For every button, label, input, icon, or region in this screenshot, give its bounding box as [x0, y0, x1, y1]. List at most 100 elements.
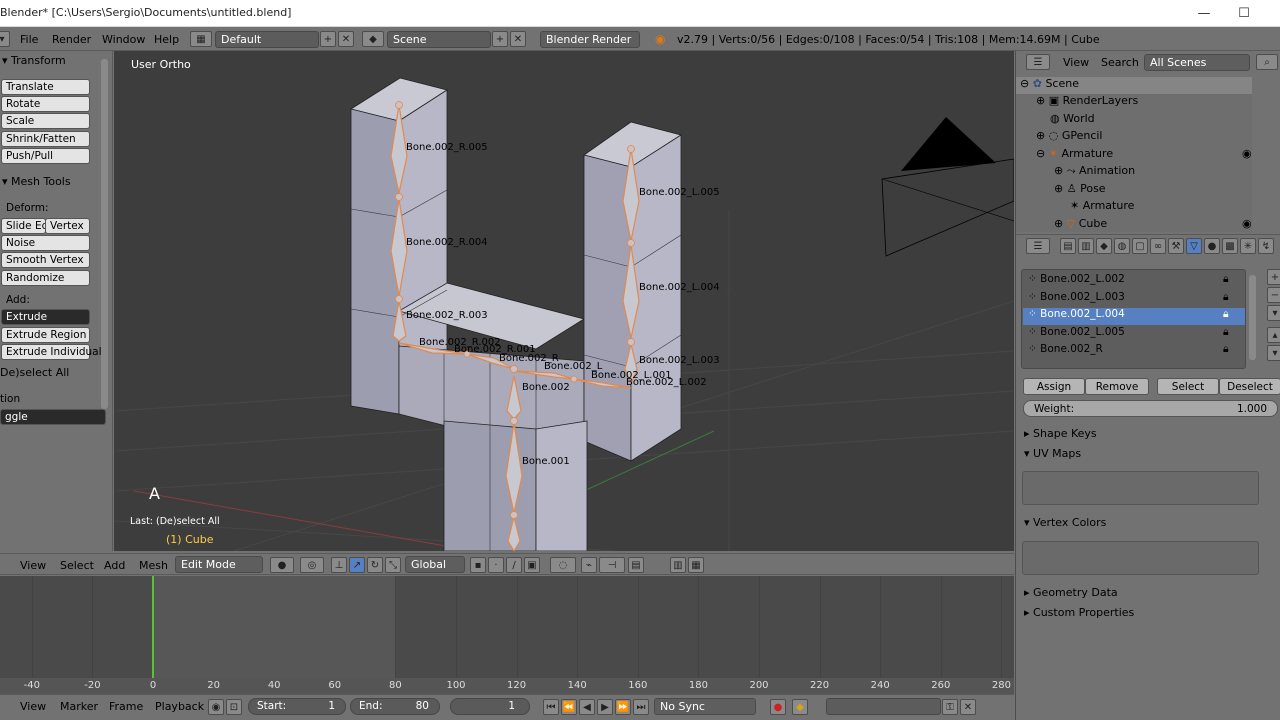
menu-window[interactable]: Window — [102, 33, 145, 46]
visibility-eye-icon[interactable]: ◉ — [1242, 217, 1252, 230]
push-pull-button[interactable]: Push/Pull — [1, 148, 90, 164]
orientation-dropdown[interactable]: Global — [405, 556, 465, 573]
translate-manipulator-icon[interactable]: ↗ — [349, 557, 365, 573]
menu-file[interactable]: File — [20, 33, 38, 46]
lock-icon[interactable]: 🔒︎ — [1223, 308, 1229, 321]
lock-range-icon[interactable]: ⊡ — [226, 699, 242, 715]
timeline-menu-marker[interactable]: Marker — [60, 700, 98, 713]
randomize-button[interactable]: Randomize — [1, 270, 90, 286]
delete-keyframe-icon[interactable]: ✕ — [960, 699, 976, 715]
add-layout-icon[interactable]: + — [320, 31, 336, 47]
current-frame-field[interactable]: 1 — [450, 698, 530, 715]
render-tab-icon[interactable]: ▤ — [1060, 238, 1076, 254]
modifiers-tab-icon[interactable]: ⚒ — [1168, 238, 1184, 254]
timeline-menu-playback[interactable]: Playback — [155, 700, 204, 713]
last-operator-title[interactable]: De)select All — [0, 366, 69, 379]
play-icon[interactable]: ▶ — [597, 699, 613, 715]
rotate-button[interactable]: Rotate — [1, 96, 90, 112]
outliner-row[interactable]: ⊖ ✶ Armature ◉ — [1016, 147, 1252, 164]
jump-start-icon[interactable]: ⏮ — [543, 699, 559, 715]
select-button[interactable]: Select — [1157, 378, 1219, 395]
scene-tab-icon[interactable]: ◆ — [1096, 238, 1112, 254]
outliner-row[interactable]: ✶ Armature — [1016, 199, 1252, 216]
timeline-menu-view[interactable]: View — [20, 700, 46, 713]
jump-keyframe-back-icon[interactable]: ⏪ — [561, 699, 577, 715]
outliner-row[interactable]: ◍ World — [1016, 112, 1252, 129]
outliner-menu-search[interactable]: Search — [1101, 56, 1139, 69]
scale-manipulator-icon[interactable]: ⤡ — [385, 557, 401, 573]
texture-tab-icon[interactable]: ▩ — [1222, 238, 1238, 254]
snap-element-icon[interactable]: ⊣ — [599, 557, 625, 573]
lock-icon[interactable]: 🔒︎ — [1223, 326, 1229, 339]
outliner-row[interactable]: ⊕ ▣ RenderLayers — [1016, 94, 1252, 111]
lock-icon[interactable]: 🔒︎ — [1223, 273, 1229, 286]
extrude-dropdown[interactable]: Extrude — [1, 309, 90, 325]
expand-icon[interactable]: ⊕ — [1036, 94, 1045, 107]
material-tab-icon[interactable]: ● — [1204, 238, 1220, 254]
outliner-row[interactable]: ⊕ ⤳ Animation — [1016, 164, 1252, 181]
remove-button[interactable]: Remove — [1085, 378, 1149, 395]
properties-editor-icon[interactable]: ☰ — [1026, 238, 1050, 254]
maximize-button[interactable]: ☐ — [1232, 4, 1256, 22]
vertex-select-icon[interactable]: · — [488, 557, 504, 573]
manipulator-icon[interactable]: ⊥ — [331, 557, 347, 573]
expand-icon[interactable]: ⊕ — [1054, 164, 1063, 177]
vertex-group-item[interactable]: ⁘ Bone.002_L.005 🔒︎ — [1023, 326, 1245, 343]
vertex-colors-panel[interactable]: ▾ Vertex Colors — [1024, 516, 1106, 529]
outliner-tree[interactable]: ⊖ ✿ Scene ⊕ ▣ RenderLayers ◍ World ⊕ ◌ G… — [1016, 77, 1252, 232]
screen-layout-icon[interactable]: ▦ — [190, 31, 212, 47]
close-layout-icon[interactable]: ✕ — [338, 31, 354, 47]
outliner-row[interactable]: ⊕ ♙ Pose — [1016, 182, 1252, 199]
custom-properties-panel[interactable]: ▸ Custom Properties — [1024, 606, 1134, 619]
move-down-icon[interactable]: ▾ — [1267, 345, 1280, 361]
pivot-icon[interactable]: ◎ — [300, 557, 324, 573]
timeline-menu-frame[interactable]: Frame — [109, 700, 143, 713]
start-frame-field[interactable]: Start: 1 — [248, 698, 346, 715]
particles-tab-icon[interactable]: ✳ — [1240, 238, 1256, 254]
editor-type-icon[interactable]: ▾ — [0, 31, 10, 47]
scale-button[interactable]: Scale — [1, 113, 90, 129]
deselect-button[interactable]: Deselect — [1219, 378, 1280, 395]
vertex-group-specials-icon[interactable]: ▾ — [1267, 305, 1280, 321]
outliner-row[interactable]: ⊕ ▽ Cube ◉ — [1016, 217, 1252, 234]
shrink-fatten-button[interactable]: Shrink/Fatten — [1, 131, 90, 147]
rotate-manipulator-icon[interactable]: ↻ — [367, 557, 383, 573]
record-keying-icon[interactable]: ◉ — [208, 699, 224, 715]
lock-icon[interactable]: 🔒︎ — [1223, 343, 1229, 356]
noise-button[interactable]: Noise — [1, 235, 90, 251]
add-vertex-group-icon[interactable]: + — [1267, 269, 1280, 285]
camera-render-icon[interactable]: ▥ — [670, 557, 686, 573]
slide-edge-button[interactable]: Slide Ed — [1, 218, 48, 234]
scene-icon[interactable]: ◆ — [362, 31, 384, 47]
jump-keyframe-forward-icon[interactable]: ⏩ — [615, 699, 631, 715]
vertex-group-item[interactable]: ⁘ Bone.002_L.003 🔒︎ — [1023, 291, 1245, 308]
layers-tab-icon[interactable]: ▥ — [1078, 238, 1094, 254]
menu-mesh[interactable]: Mesh — [139, 559, 168, 572]
outliner-row[interactable]: ⊖ ✿ Scene — [1016, 77, 1252, 94]
menu-help[interactable]: Help — [154, 33, 179, 46]
menu-render[interactable]: Render — [52, 33, 91, 46]
shading-icon[interactable]: ● — [270, 557, 294, 573]
mesh-tools-panel-title[interactable]: ▾ Mesh Tools — [2, 175, 71, 188]
object-tab-icon[interactable]: ▢ — [1132, 238, 1148, 254]
play-reverse-icon[interactable]: ◀ — [579, 699, 595, 715]
insert-keyframe-icon[interactable]: ⚿ — [942, 699, 958, 715]
mode-dropdown[interactable]: Edit Mode — [175, 556, 263, 573]
vertex-group-item[interactable]: ⁘ Bone.002_L.002 🔒︎ — [1023, 273, 1245, 290]
outliner-menu-view[interactable]: View — [1063, 56, 1089, 69]
lock-icon[interactable]: 🔒︎ — [1223, 291, 1229, 304]
keying-set-field[interactable] — [826, 698, 941, 715]
sync-dropdown[interactable]: No Sync — [654, 698, 756, 715]
opengl-render-icon[interactable]: ▦ — [688, 557, 704, 573]
visibility-eye-icon[interactable]: ◉ — [1242, 147, 1252, 160]
render-engine-dropdown[interactable]: Blender Render — [540, 31, 640, 48]
collapse-icon[interactable]: ⊖ — [1036, 147, 1045, 160]
end-frame-field[interactable]: End: 80 — [350, 698, 440, 715]
outliner-filter-dropdown[interactable]: All Scenes — [1144, 54, 1250, 71]
jump-end-icon[interactable]: ⏭ — [633, 699, 649, 715]
keying-set-icon[interactable]: ◆ — [792, 699, 808, 715]
edge-select-icon[interactable]: / — [506, 557, 522, 573]
world-tab-icon[interactable]: ◍ — [1114, 238, 1130, 254]
auto-keying-icon[interactable]: ● — [770, 699, 786, 715]
vertex-group-item[interactable]: ⁘ Bone.002_R 🔒︎ — [1023, 343, 1245, 360]
